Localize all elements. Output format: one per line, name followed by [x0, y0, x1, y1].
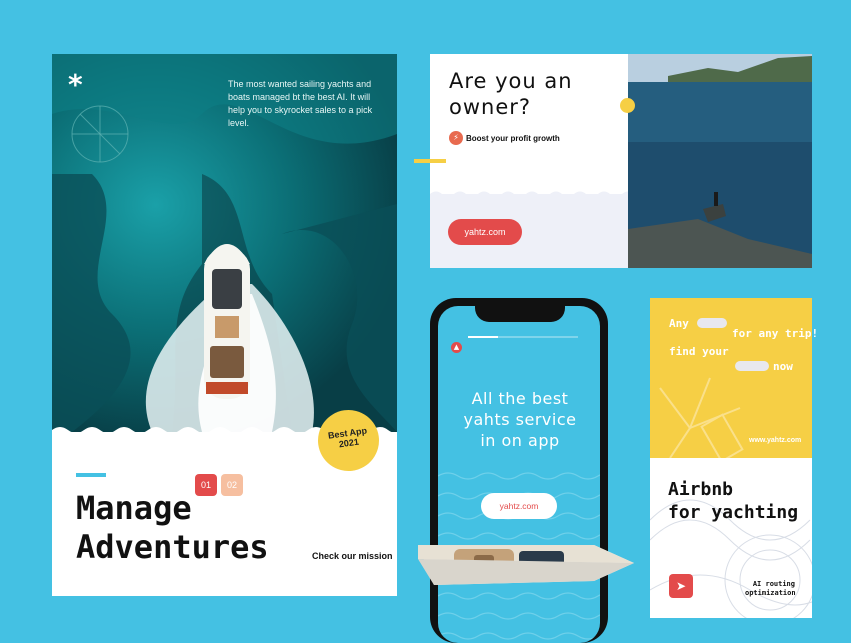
owner-subtitle: Boost your profit growth [466, 134, 560, 143]
progress-active [468, 336, 498, 338]
boat-icon: ▲ [451, 342, 462, 353]
accent-bar [76, 473, 106, 477]
phone-site-button[interactable]: yahtz.com [481, 493, 557, 519]
airbnb-footer: AI routing optimization [745, 580, 796, 597]
owner-card: Are you an owner? ⚡ Boost your profit gr… [430, 54, 812, 268]
yacht-side-image [418, 545, 634, 585]
progress-track [498, 336, 578, 338]
page-title: Manage Adventures [76, 489, 269, 566]
phone-notch [475, 300, 565, 322]
airbnb-line-any: Any [669, 317, 689, 330]
owner-site-button[interactable]: yahtz.com [448, 219, 522, 245]
boat-icon [697, 318, 727, 328]
airbnb-url[interactable]: www.yahtz.com [749, 437, 801, 444]
coast-photo [628, 54, 812, 268]
owner-title: Are you an owner? [449, 69, 573, 119]
navigation-arrow-icon[interactable]: ➤ [669, 574, 693, 598]
asterisk-logo-icon: * [68, 68, 83, 101]
yellow-dash [414, 159, 446, 163]
check-mission-link[interactable]: Check our mission [312, 551, 393, 561]
intro-text: The most wanted sailing yachts and boats… [228, 79, 373, 128]
boat-icon [735, 361, 769, 371]
bolt-icon: ⚡ [449, 131, 463, 145]
phone-screen [438, 306, 600, 643]
airbnb-line-trip: for any trip! [732, 327, 819, 340]
phone-headline: All the best yahts service in on app [463, 389, 577, 450]
yellow-dot [620, 98, 635, 113]
airbnb-line-find: find your [669, 345, 729, 358]
airbnb-line-now: now [773, 360, 793, 373]
airbnb-title: Airbnb for yachting [668, 479, 799, 523]
manage-adventures-card: * The most wanted sailing yachts and boa… [52, 54, 397, 596]
